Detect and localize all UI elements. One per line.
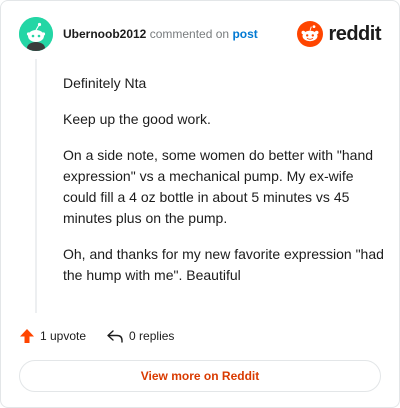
commented-on-text: commented on [149,27,230,41]
replies-button[interactable]: 0 replies [106,328,174,344]
user-avatar[interactable] [19,17,53,51]
comment-meta: Ubernoob2012 commented on post [63,27,258,41]
comment-paragraph: On a side note, some women do better wit… [63,147,374,226]
snoo-avatar-icon [19,17,53,51]
reddit-logo[interactable]: reddit [297,20,381,48]
comment-paragraph: Oh, and thanks for my new favorite expre… [63,246,384,283]
reddit-snoo-icon [297,21,324,47]
post-link[interactable]: post [232,27,257,41]
comment-header: Ubernoob2012 commented on post reddit [19,17,381,51]
upvote-arrow-icon [20,329,34,343]
comment-body: Definitely Nta Keep up the good work. On… [63,73,385,301]
reddit-wordmark: reddit [328,23,381,45]
comment-actions: 1 upvote 0 replies [19,326,194,346]
comment-author[interactable]: Ubernoob2012 [63,27,146,41]
view-more-on-reddit-button[interactable]: View more on Reddit [19,360,381,392]
comment-paragraph: Definitely Nta [63,75,147,91]
comment-paragraph: Keep up the good work. [63,111,211,127]
upvote-count: 1 upvote [40,329,87,343]
replies-count: 0 replies [129,329,175,343]
reddit-comment-embed: Ubernoob2012 commented on post reddit De… [0,0,400,408]
upvote-button[interactable]: 1 upvote [19,328,86,344]
thread-line [35,59,37,313]
reply-arrow-icon [107,330,123,343]
